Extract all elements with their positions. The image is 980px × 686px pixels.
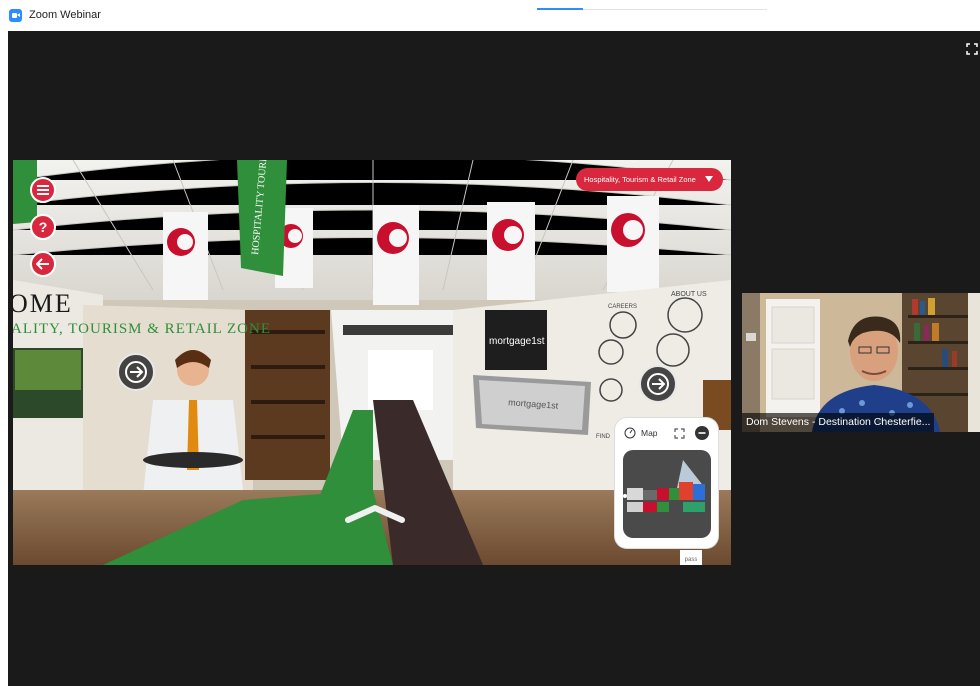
booth-enter-hotspot-right[interactable] [639, 365, 677, 403]
participant-name-tag: Dom Stevens - Destination Chesterfie... [742, 413, 935, 432]
dropdown-arrow-icon [705, 176, 713, 182]
minimize-map-icon[interactable] [695, 426, 709, 440]
compass-icon [624, 427, 636, 439]
wall-label-careers: CAREERS [608, 304, 637, 310]
participant-video-tile[interactable]: Dom Stevens - Destination Chesterfie... [742, 293, 980, 432]
menu-button[interactable] [30, 177, 56, 203]
minimap-panel[interactable]: Map [615, 418, 718, 548]
arrow-left-icon [36, 258, 49, 270]
minimap-graphic [623, 460, 705, 512]
booth-logo: mortgage1st [489, 336, 545, 347]
shared-screen[interactable]: OME ALITY, TOURISM & RETAIL ZONE HOSPITA… [13, 160, 731, 565]
arrow-right-circle-icon [647, 373, 669, 395]
back-button[interactable] [30, 251, 56, 277]
zoom-app-icon [9, 9, 22, 22]
wall-label-find: FIND [596, 434, 611, 440]
arrow-right-circle-icon [125, 361, 147, 383]
fullscreen-icon[interactable] [966, 43, 978, 55]
window-title: Zoom Webinar [29, 9, 101, 21]
expand-map-icon[interactable] [674, 428, 685, 439]
minimap-view[interactable] [623, 450, 711, 538]
minimap-label: Map [641, 428, 658, 438]
wall-label-about: ABOUT US [671, 291, 707, 298]
hamburger-icon [37, 185, 49, 195]
help-button[interactable]: ? [30, 214, 56, 240]
watermark: pass studio [680, 550, 702, 565]
question-icon: ? [38, 219, 48, 235]
booth-enter-hotspot-left[interactable] [117, 353, 155, 391]
view-tab-strip[interactable] [537, 6, 767, 10]
zone-selector-dropdown[interactable]: Hospitality, Tourism & Retail Zone [576, 168, 723, 191]
zone-selector-label: Hospitality, Tourism & Retail Zone [584, 175, 696, 184]
participant-video [742, 293, 980, 432]
active-tab-indicator [537, 8, 583, 10]
title-bar: Zoom Webinar [0, 0, 980, 31]
hall-subtitle: ALITY, TOURISM & RETAIL ZONE [13, 321, 271, 337]
hall-title: OME [13, 289, 73, 318]
